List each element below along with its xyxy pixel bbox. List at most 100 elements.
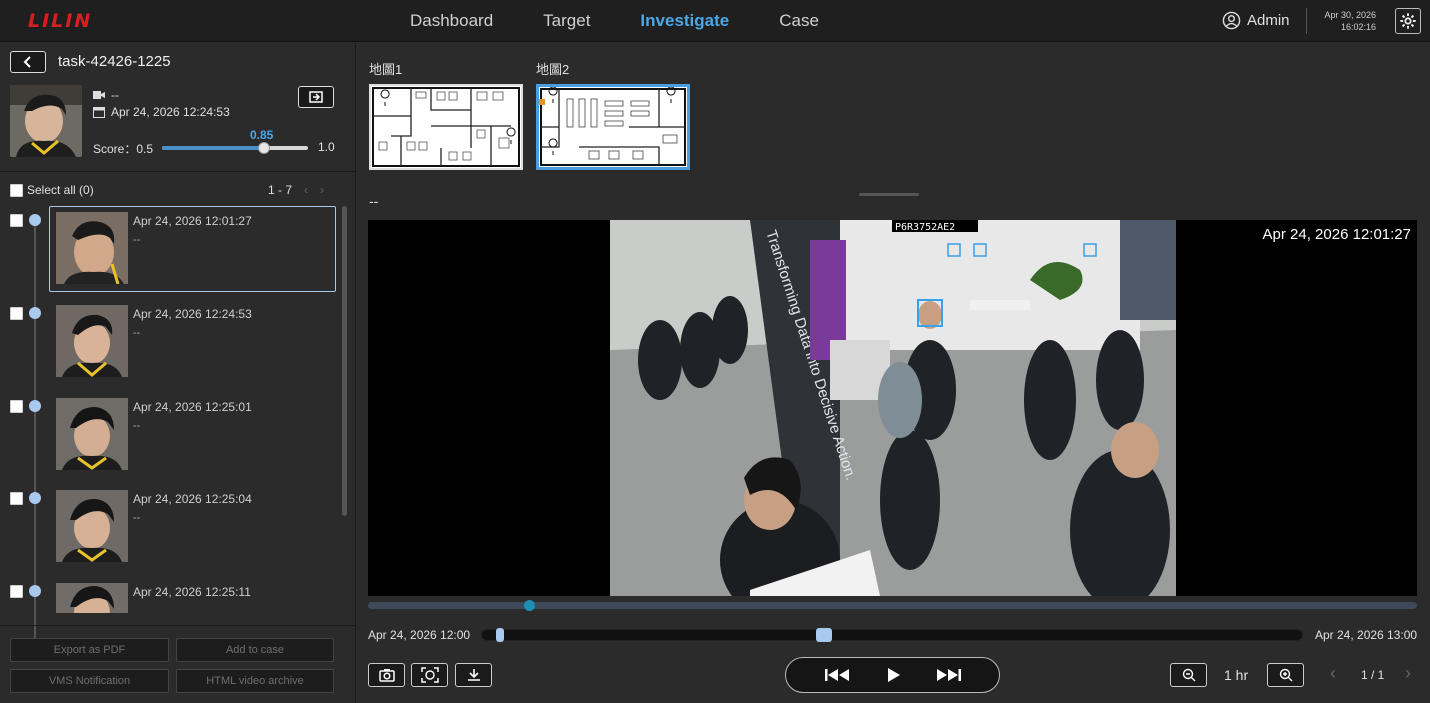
map-label: 地圖2	[536, 62, 570, 77]
calendar-icon	[93, 107, 105, 118]
select-all-label: Select all (0)	[27, 183, 94, 197]
face-snapshot-button[interactable]	[411, 663, 448, 687]
result-item[interactable]: Apr 24, 2026 12:24:53 --	[0, 299, 340, 387]
skip-forward-icon[interactable]	[936, 667, 962, 683]
result-time: Apr 24, 2026 12:24:53	[133, 307, 252, 321]
result-camera: --	[133, 512, 141, 524]
next-clip-icon[interactable]: ›	[1405, 663, 1411, 684]
score-slider-handle[interactable]	[258, 142, 271, 154]
result-checkbox[interactable]	[10, 400, 23, 413]
video-player[interactable]: Transforming Data into Decisive Action. …	[368, 220, 1417, 596]
video-seek-bar[interactable]	[368, 600, 1417, 611]
result-time: Apr 24, 2026 12:25:01	[133, 400, 252, 414]
seek-handle[interactable]	[524, 600, 535, 611]
html-video-archive-button[interactable]: HTML video archive	[176, 669, 334, 693]
vms-notification-button[interactable]: VMS Notification	[10, 669, 169, 693]
export-pdf-button[interactable]: Export as PDF	[10, 638, 169, 662]
zoom-level: 1 hr	[1224, 667, 1249, 683]
timeline-dot	[29, 492, 41, 504]
video-camera-label: --	[369, 193, 379, 209]
playback-controls	[785, 657, 1000, 693]
score-max: 1.0	[318, 140, 335, 154]
user-icon	[1222, 11, 1241, 30]
prev-clip-icon[interactable]: ‹	[1330, 663, 1336, 684]
export-icon	[309, 91, 323, 103]
result-checkbox[interactable]	[10, 585, 23, 598]
prev-page-icon[interactable]: ‹	[304, 183, 308, 197]
surveillance-scene: Transforming Data into Decisive Action. …	[610, 220, 1176, 596]
result-item[interactable]: Apr 24, 2026 12:25:04 --	[0, 484, 340, 572]
datetime-info: Apr 24, 2026 12:24:53	[93, 105, 230, 119]
result-item[interactable]: Apr 24, 2026 12:25:11	[0, 577, 340, 613]
clock-time: 16:02:16	[1340, 22, 1376, 32]
floorplan-image	[372, 87, 520, 167]
timeline-dot	[29, 214, 41, 226]
panel-divider	[0, 171, 356, 172]
play-icon[interactable]	[885, 667, 901, 683]
score-slider[interactable]	[162, 142, 308, 154]
zoom-in-icon	[1279, 668, 1292, 682]
result-item[interactable]: Apr 24, 2026 12:25:01 --	[0, 392, 340, 480]
map-thumbnail[interactable]	[369, 84, 523, 170]
header-divider	[1306, 8, 1307, 34]
map-thumbnail-selected[interactable]	[536, 84, 690, 170]
nav-investigate[interactable]: Investigate	[640, 0, 729, 42]
result-face-image	[56, 398, 128, 470]
download-button[interactable]	[455, 663, 492, 687]
clock: Apr 30, 2026 16:02:16	[1318, 9, 1376, 33]
back-button[interactable]	[10, 51, 46, 73]
arrow-left-icon	[23, 56, 31, 68]
main-nav: Dashboard Target Investigate Case	[410, 0, 869, 42]
next-page-icon[interactable]: ›	[320, 183, 324, 197]
clock-date: Apr 30, 2026	[1324, 10, 1376, 20]
result-face-image	[56, 305, 128, 377]
select-all-checkbox[interactable]	[10, 183, 23, 197]
export-image-button[interactable]	[298, 86, 334, 108]
result-time: Apr 24, 2026 12:25:11	[133, 585, 251, 599]
result-camera: --	[133, 420, 141, 432]
skip-back-icon[interactable]	[824, 667, 850, 683]
timeline-start: Apr 24, 2026 12:00	[368, 628, 471, 642]
result-face-image	[56, 583, 128, 613]
camera-name: --	[111, 88, 119, 102]
camera-info: --	[93, 88, 119, 102]
gear-icon	[1400, 13, 1416, 29]
nav-dashboard[interactable]: Dashboard	[410, 0, 493, 42]
top-bar: LILIN Dashboard Target Investigate Case …	[0, 0, 1430, 42]
result-item[interactable]: Apr 24, 2026 12:01:27 --	[0, 206, 340, 294]
result-time: Apr 24, 2026 12:25:04	[133, 492, 252, 506]
target-face-image	[10, 85, 82, 157]
results-scrollbar[interactable]	[342, 206, 347, 516]
result-checkbox[interactable]	[10, 307, 23, 320]
timeline-range-bar[interactable]	[481, 628, 1303, 642]
score-value: 0.85	[250, 128, 274, 142]
nav-case[interactable]: Case	[779, 0, 819, 42]
camera-icon	[378, 669, 395, 682]
lilin-logo[interactable]: LILIN	[28, 10, 92, 32]
user-menu[interactable]: Admin	[1222, 11, 1290, 30]
result-checkbox[interactable]	[10, 492, 23, 505]
result-camera: --	[133, 234, 141, 246]
zoom-out-button[interactable]	[1170, 663, 1207, 687]
results-panel: task-42426-1225 -- Apr 24, 2026 12:24:53…	[0, 43, 356, 703]
investigation-view: 地圖1 地圖2 -- Transforming Data into Decisi…	[357, 43, 1430, 703]
settings-button[interactable]	[1395, 8, 1421, 34]
face-scan-icon	[420, 667, 439, 683]
add-to-case-button[interactable]: Add to case	[176, 638, 334, 662]
result-time: Apr 24, 2026 12:01:27	[133, 214, 252, 228]
result-checkbox[interactable]	[10, 214, 23, 227]
paging-range: 1 - 7	[268, 183, 293, 197]
plate-text: P6R3752AE2	[895, 222, 955, 233]
clip-paging: 1 / 1	[1361, 668, 1385, 682]
select-all[interactable]: Select all (0)	[10, 183, 94, 197]
result-face-image	[56, 212, 128, 284]
snapshot-button[interactable]	[368, 663, 405, 687]
result-face-image	[56, 490, 128, 562]
timeline-marker[interactable]	[816, 628, 832, 642]
timeline-start-handle[interactable]	[496, 628, 504, 642]
zoom-in-button[interactable]	[1267, 663, 1304, 687]
panel-resize-handle[interactable]	[859, 193, 919, 196]
score-label: Score：0.5	[93, 142, 154, 156]
score-slider-fill	[162, 146, 265, 150]
nav-target[interactable]: Target	[543, 0, 590, 42]
